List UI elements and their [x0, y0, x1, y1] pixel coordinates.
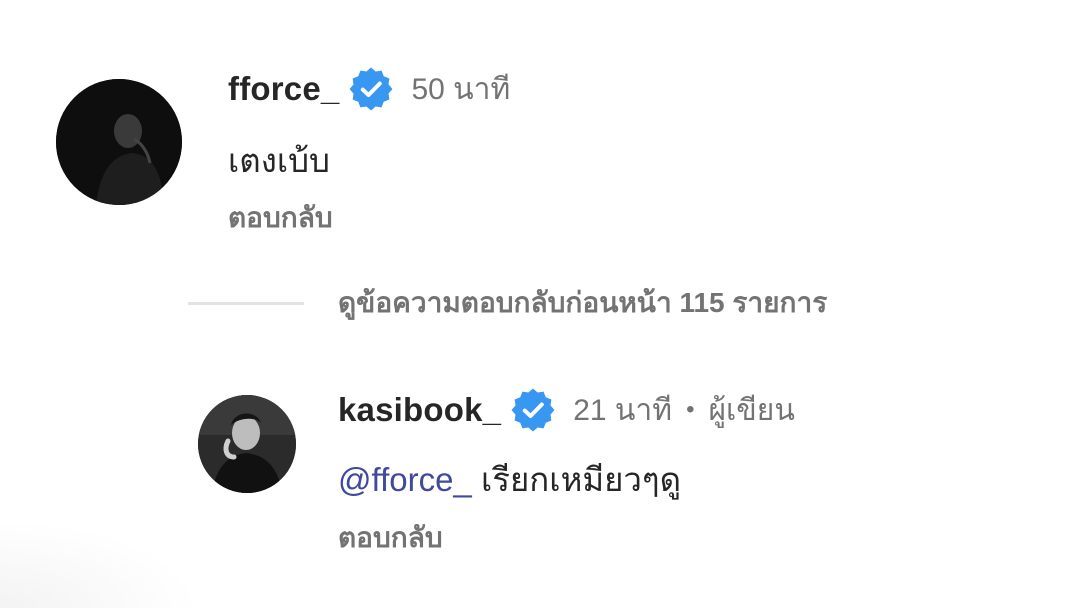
- author-badge: ผู้เขียน: [708, 393, 795, 427]
- comment-time: 50 นาที: [411, 72, 511, 106]
- separator-dot: •: [686, 396, 695, 423]
- avatar-photo: [56, 79, 182, 205]
- reply-button[interactable]: ตอบกลับ: [228, 196, 333, 240]
- mention-link[interactable]: @fforce_: [338, 461, 472, 498]
- reply-time: 21 นาที: [573, 393, 673, 427]
- reply-username[interactable]: kasibook_: [338, 391, 501, 429]
- avatar-photo: [198, 395, 296, 493]
- background-shade: [0, 520, 200, 608]
- reply-text: @fforce_ เรียกเหมียวๆดู: [338, 453, 681, 506]
- comment-text: เตงเบ้บ: [228, 142, 330, 179]
- comments-page: fforce_ 50 นาที เตงเบ้บ ตอบกลับ ดูข้อควา…: [0, 0, 1067, 608]
- avatar[interactable]: [56, 79, 182, 205]
- verified-badge-icon: [511, 388, 555, 432]
- reply-button[interactable]: ตอบกลับ: [338, 516, 443, 560]
- comment-header: fforce_ 50 นาที: [228, 64, 510, 114]
- verified-badge-icon: [349, 67, 393, 111]
- replies-divider-line: [188, 301, 304, 305]
- username[interactable]: fforce_: [228, 70, 339, 108]
- reply-avatar[interactable]: [198, 395, 296, 493]
- reply-body: เรียกเหมียวๆดู: [471, 461, 682, 498]
- reply-header: kasibook_ 21 นาที • ผู้เขียน: [338, 385, 795, 435]
- view-previous-replies-button[interactable]: ดูข้อความตอบกลับก่อนหน้า 115 รายการ: [188, 278, 827, 328]
- view-previous-replies-label: ดูข้อความตอบกลับก่อนหน้า 115 รายการ: [338, 287, 828, 318]
